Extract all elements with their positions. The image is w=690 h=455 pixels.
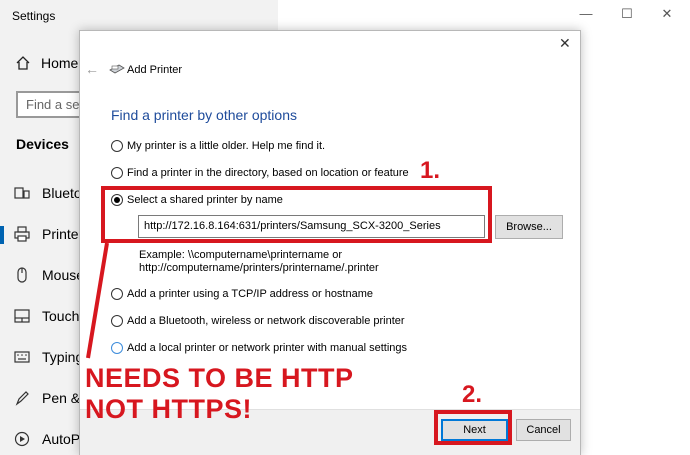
home-label: Home xyxy=(41,55,79,71)
example-line: Example: \\computername\printername or xyxy=(139,249,342,261)
sidebar-item-mouse[interactable]: Mouse xyxy=(14,267,84,283)
option-label: Add a printer using a TCP/IP address or … xyxy=(127,288,374,300)
option-label: Add a Bluetooth, wireless or network dis… xyxy=(127,315,405,327)
sidebar-item-autoplay[interactable]: AutoPlay xyxy=(14,431,84,447)
dialog-title: Add Printer xyxy=(127,64,183,76)
back-button[interactable]: ← xyxy=(85,61,99,77)
sidebar-item-label: Pen & Windows Ink xyxy=(42,390,84,406)
option-label: My printer is a little older. Help me fi… xyxy=(127,140,326,152)
active-indicator xyxy=(0,226,4,244)
example-line: http://computername/printers/printername… xyxy=(139,262,379,274)
option-find-in-directory[interactable]: Find a printer in the directory, based o… xyxy=(111,167,409,179)
mouse-icon xyxy=(17,267,27,283)
option-label: Find a printer in the directory, based o… xyxy=(127,167,409,179)
maximize-button[interactable]: ☐ xyxy=(619,6,635,22)
home-nav[interactable]: Home xyxy=(15,55,78,71)
option-tcp-ip[interactable]: Add a printer using a TCP/IP address or … xyxy=(111,288,373,300)
sidebar-item-bluetooth[interactable]: Bluetooth & other devices xyxy=(14,185,84,201)
annotation-note-line: NEEDS TO BE HTTP xyxy=(85,363,354,393)
settings-title: Settings xyxy=(12,9,56,23)
radio-button[interactable] xyxy=(111,140,123,152)
printer-icon xyxy=(109,64,125,74)
close-button[interactable]: ✕ xyxy=(659,6,675,22)
radio-button[interactable] xyxy=(111,342,123,354)
sidebar-item-label: AutoPlay xyxy=(42,431,84,447)
browse-button[interactable]: Browse... xyxy=(495,215,563,239)
annotation-step-1: 1. xyxy=(420,157,441,184)
annotation-highlight-box xyxy=(101,186,492,243)
dialog-close-button[interactable]: ✕ xyxy=(559,35,571,52)
sidebar-item-label: Mouse xyxy=(42,267,84,283)
autoplay-icon xyxy=(14,431,30,447)
pen-icon xyxy=(15,391,29,406)
annotation-highlight-box xyxy=(434,410,512,445)
annotation-note-line: NOT HTTPS! xyxy=(85,394,252,424)
radio-button[interactable] xyxy=(111,288,123,300)
home-icon xyxy=(16,56,30,70)
radio-button[interactable] xyxy=(111,315,123,327)
keyboard-icon xyxy=(14,351,30,363)
printer-icon xyxy=(14,226,30,242)
sidebar-item-label: Bluetooth & other devices xyxy=(42,185,84,201)
section-heading: Devices xyxy=(16,136,69,152)
sidebar-item-label: Printers & scanners xyxy=(42,226,84,242)
radio-button[interactable] xyxy=(111,167,123,179)
cancel-button[interactable]: Cancel xyxy=(516,419,571,441)
annotation-note: NEEDS TO BE HTTP NOT HTTPS! xyxy=(85,363,354,425)
annotation-step-2: 2. xyxy=(462,381,483,408)
option-local-printer[interactable]: Add a local printer or network printer w… xyxy=(111,342,407,354)
minimize-button[interactable]: — xyxy=(578,6,594,21)
example-text: Example: \\computername\printername or h… xyxy=(139,249,379,275)
sidebar-item-printers[interactable]: Printers & scanners xyxy=(14,226,84,242)
sidebar-item-pen[interactable]: Pen & Windows Ink xyxy=(14,390,84,406)
option-label: Add a local printer or network printer w… xyxy=(127,342,408,354)
dialog-heading: Find a printer by other options xyxy=(111,107,297,123)
bluetooth-device-icon xyxy=(14,187,30,199)
option-bluetooth-wireless[interactable]: Add a Bluetooth, wireless or network dis… xyxy=(111,315,405,327)
sidebar-item-label: Touchpad xyxy=(42,308,84,324)
sidebar-item-label: Typing xyxy=(42,349,84,365)
sidebar-item-touchpad[interactable]: Touchpad xyxy=(14,308,84,324)
touchpad-icon xyxy=(14,309,30,323)
sidebar-item-typing[interactable]: Typing xyxy=(14,349,84,365)
option-older-printer[interactable]: My printer is a little older. Help me fi… xyxy=(111,140,325,152)
